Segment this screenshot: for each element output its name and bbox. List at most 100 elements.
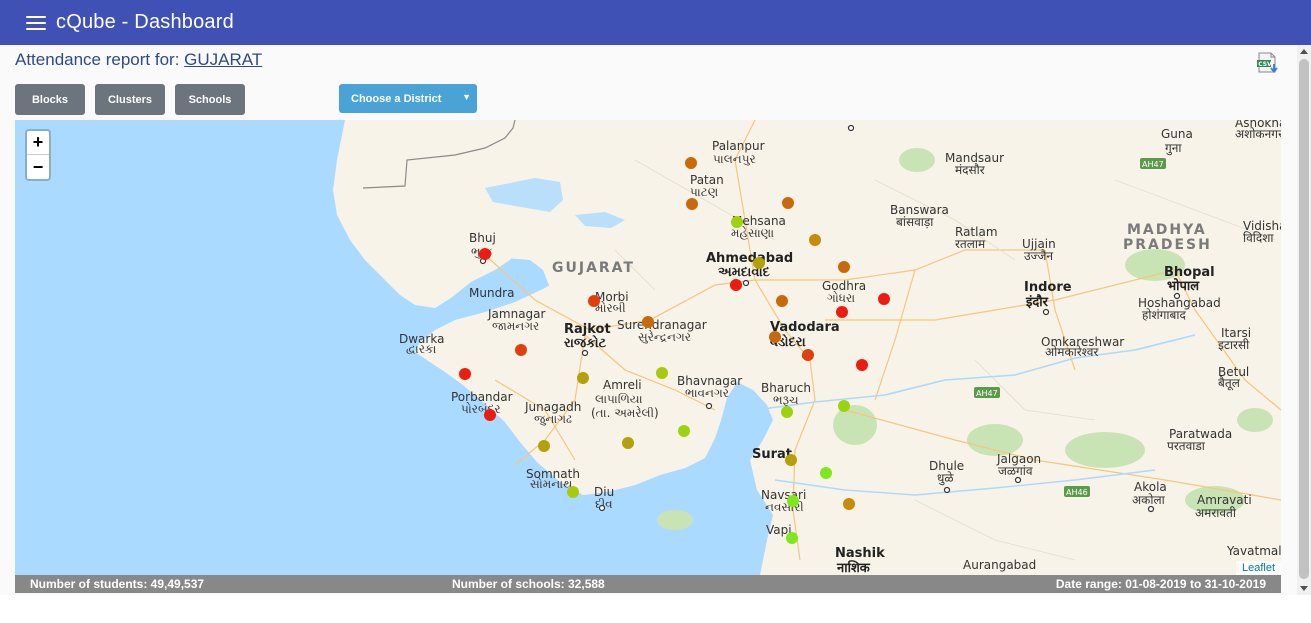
district-marker[interactable] (538, 440, 550, 452)
region-label-madhya: MADHYA (1127, 222, 1207, 238)
city-label: Palanpur (712, 139, 765, 153)
menu-icon[interactable] (26, 15, 46, 30)
city-label: Aurangabad (963, 558, 1036, 572)
city-label: Bhuj (469, 231, 496, 245)
district-marker[interactable] (685, 157, 697, 169)
city-label: Ahmedabad (706, 251, 793, 266)
district-marker[interactable] (577, 372, 589, 384)
zoom-out-button[interactable]: − (27, 155, 49, 179)
district-marker[interactable] (678, 425, 690, 437)
svg-text:CSV: CSV (1258, 61, 1272, 68)
city-label-local: गुना (1165, 141, 1182, 156)
forest-patch (657, 510, 693, 530)
district-marker[interactable] (836, 306, 848, 318)
district-marker[interactable] (782, 197, 794, 209)
city-label-local: સુરેન્દ્રનગર (638, 330, 691, 344)
forest-patch (833, 405, 877, 445)
city-label-local: જામનગર (492, 319, 539, 333)
district-marker[interactable] (802, 349, 814, 361)
district-marker[interactable] (856, 359, 868, 371)
scroll-down-icon[interactable] (1300, 586, 1308, 591)
district-marker[interactable] (781, 406, 793, 418)
city-label-local: દ્વારકા (406, 342, 436, 356)
city-label-local: अमरावती (1195, 506, 1237, 520)
region-label-gujarat: GUJARAT (552, 260, 635, 276)
district-marker[interactable] (642, 316, 654, 328)
city-label-local: होशंगाबाद (1142, 308, 1186, 322)
city-label-local: भोपाल (1167, 278, 1200, 294)
district-marker[interactable] (820, 467, 832, 479)
district-marker[interactable] (656, 367, 668, 379)
district-marker[interactable] (686, 198, 698, 210)
district-marker[interactable] (459, 368, 471, 380)
district-marker[interactable] (731, 216, 743, 228)
forest-patch (899, 148, 935, 172)
main-content: Attendance report for: GUJARAT CSV Block… (0, 45, 1297, 595)
map-attribution-link[interactable]: Leaflet (1235, 561, 1281, 575)
schools-button[interactable]: Schools (175, 84, 245, 115)
date-range: Date range: 01-08-2019 to 31-10-2019 (1055, 577, 1266, 591)
clusters-button[interactable]: Clusters (95, 84, 165, 115)
page-title: Attendance report for: GUJARAT (15, 50, 262, 70)
city-label-local: પાલનપુર (713, 152, 756, 166)
city-label-local: विदिशा (1243, 231, 1274, 245)
city-label-local: લાપાળિયા (595, 392, 643, 406)
district-marker[interactable] (809, 234, 821, 246)
city-label-local: उज्जैन (1024, 249, 1053, 263)
blocks-button[interactable]: Blocks (15, 84, 85, 115)
city-label-local: પાટણ (690, 185, 718, 199)
city-label-local: इटारसी (1218, 338, 1250, 352)
city-label: Guna (1161, 127, 1193, 141)
district-marker[interactable] (515, 344, 527, 356)
city-label-local: बैतूल (1218, 376, 1241, 391)
city-label: Yavatmal (1226, 544, 1281, 558)
city-label-local: (તા. અમરેલી) (591, 406, 659, 420)
city-label-local: ગોધરા (827, 291, 855, 305)
region-label-pradesh: PRADESH (1123, 237, 1212, 253)
summary-footer: Number of students: 49,49,537 Number of … (15, 575, 1281, 593)
district-marker[interactable] (786, 532, 798, 544)
district-marker[interactable] (622, 437, 634, 449)
zoom-control: + − (25, 129, 51, 181)
city-label-local: इंदौर (1025, 294, 1049, 310)
city-label-local: धुळे (937, 471, 954, 486)
scroll-up-icon[interactable] (1300, 49, 1308, 54)
district-marker[interactable] (838, 261, 850, 273)
district-marker[interactable] (479, 248, 491, 260)
city-label-local: मंदसौर (955, 163, 986, 177)
city-label: Akola (1134, 480, 1167, 494)
district-marker[interactable] (769, 331, 781, 343)
district-marker[interactable] (753, 257, 765, 269)
district-marker[interactable] (838, 400, 850, 412)
city-label: Indore (1024, 280, 1072, 295)
csv-download-icon[interactable]: CSV (1256, 52, 1280, 74)
district-marker[interactable] (787, 495, 799, 507)
report-title-prefix: Attendance report for: (15, 50, 185, 69)
city-label: Nashik (835, 546, 885, 561)
schools-count: Number of schools: 32,588 (452, 577, 605, 591)
district-marker[interactable] (785, 454, 797, 466)
top-app-bar: cQube - Dashboard (0, 0, 1311, 45)
state-link[interactable]: GUJARAT (184, 50, 262, 69)
city-label-local: रतलाम (955, 237, 986, 251)
district-marker[interactable] (843, 498, 855, 510)
forest-patch (1237, 408, 1273, 432)
district-select[interactable]: Choose a District ▼ (339, 84, 477, 113)
scrollbar-thumb[interactable] (1299, 59, 1309, 579)
district-marker[interactable] (484, 409, 496, 421)
city-label-local: जळगांव (998, 464, 1033, 478)
zoom-in-button[interactable]: + (27, 131, 49, 155)
city-label-local: સોમનાથ (530, 477, 572, 491)
city-label: Rajkot (564, 322, 611, 337)
city-label-local: अकोला (1132, 493, 1166, 507)
app-title: cQube - Dashboard (56, 11, 234, 33)
district-marker[interactable] (567, 486, 579, 498)
district-marker[interactable] (730, 279, 742, 291)
district-marker[interactable] (878, 293, 890, 305)
vertical-scrollbar[interactable] (1297, 45, 1311, 595)
attendance-map[interactable]: GUJARAT MADHYA PRADESH Bhuj ભુજ Mundra J… (15, 120, 1281, 575)
district-marker[interactable] (588, 295, 600, 307)
city-label: Mundra (469, 286, 514, 300)
map-canvas[interactable]: GUJARAT MADHYA PRADESH Bhuj ભુજ Mundra J… (15, 120, 1281, 575)
district-marker[interactable] (776, 295, 788, 307)
